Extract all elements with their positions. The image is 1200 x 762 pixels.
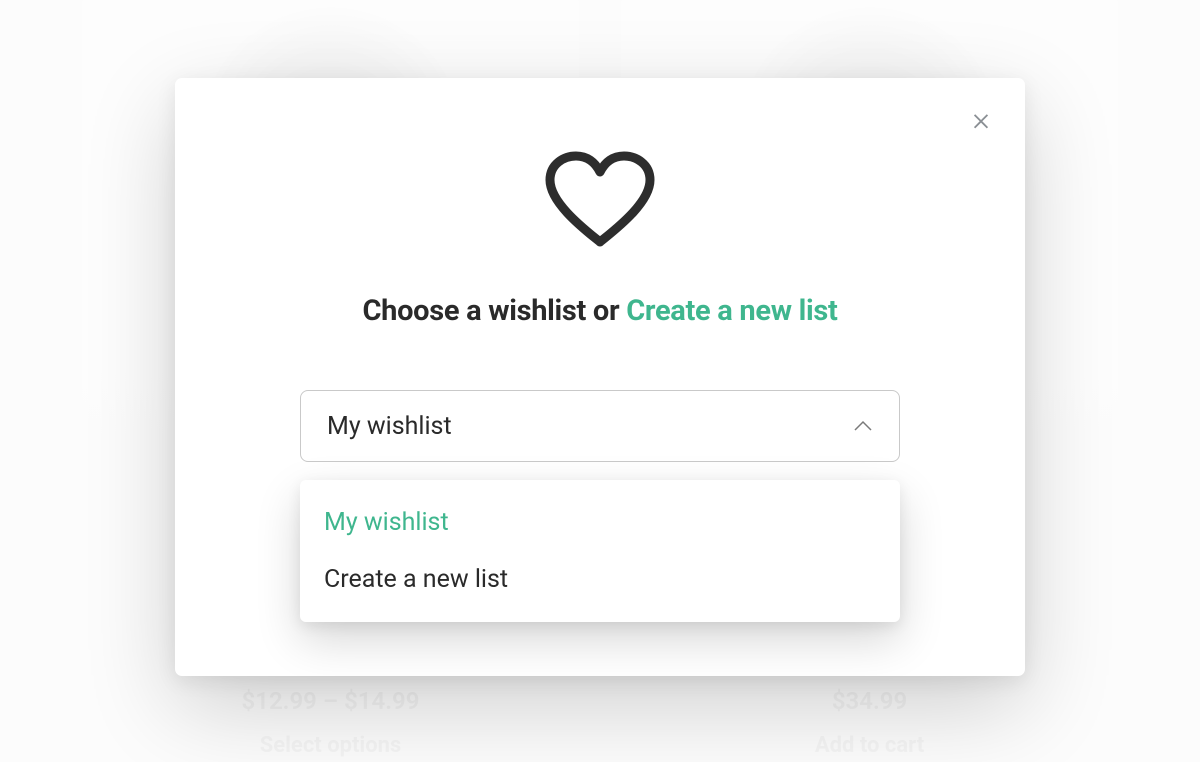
close-icon (970, 109, 992, 135)
chevron-up-icon (853, 420, 873, 432)
wishlist-modal: Choose a wishlist or Create a new list M… (175, 78, 1025, 676)
create-list-link[interactable]: Create a new list (626, 294, 837, 328)
select-current-value: My wishlist (327, 412, 452, 441)
wishlist-dropdown: My wishlist Create a new list (300, 480, 900, 622)
wishlist-select[interactable]: My wishlist (300, 390, 900, 462)
dropdown-option-create-new[interactable]: Create a new list (300, 551, 900, 608)
modal-headline: Choose a wishlist or Create a new list (362, 294, 837, 328)
wishlist-select-wrap: My wishlist My wishlist Create a new lis… (300, 390, 900, 462)
headline-text: Choose a wishlist or (362, 294, 626, 328)
close-button[interactable] (967, 108, 995, 136)
dropdown-option-my-wishlist[interactable]: My wishlist (300, 494, 900, 551)
heart-icon (540, 150, 660, 250)
